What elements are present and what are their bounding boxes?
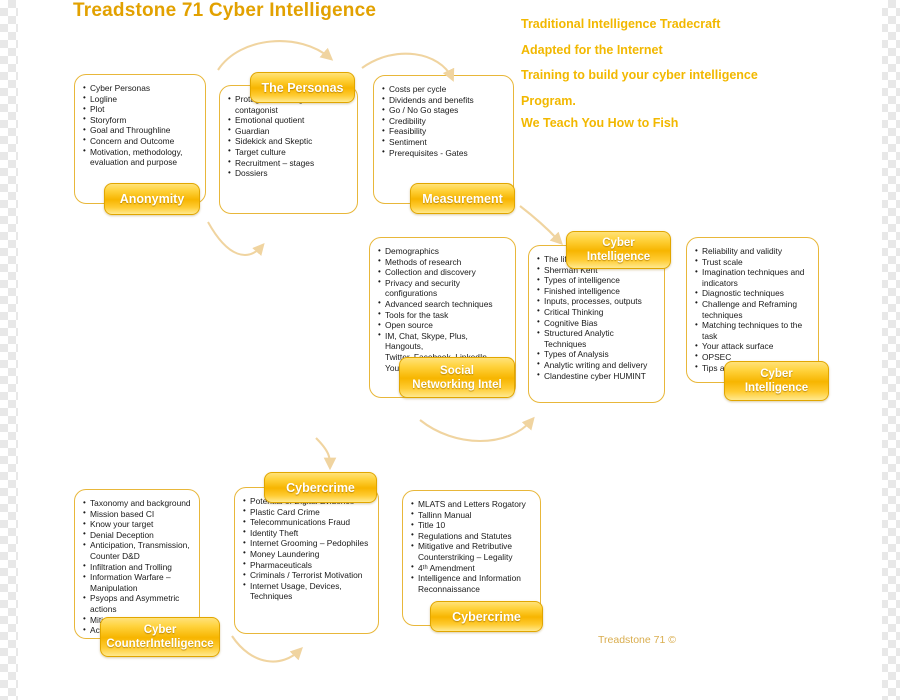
list-item: Tools for the task xyxy=(378,309,508,321)
list-item: Anticipation, Transmission, Counter D&D xyxy=(83,540,192,561)
label-measurement[interactable]: Measurement xyxy=(410,183,515,214)
list-item: Know your target xyxy=(83,519,192,530)
list-item: Imagination techniques and indicators xyxy=(695,267,811,288)
list-item: Dossiers xyxy=(228,168,350,179)
list-item: Your attack surface xyxy=(695,341,811,352)
list-item: Recruitment – stages xyxy=(228,157,350,169)
list-item: Privacy and security configurations xyxy=(378,277,508,299)
list-item: Telecommunications Fraud xyxy=(243,517,371,528)
list-item: Prerequisites - Gates xyxy=(382,147,506,159)
list-item: MLATS and Letters Rogatory xyxy=(411,499,533,510)
list-item: Internet Usage, Devices, Techniques xyxy=(243,580,371,602)
list-item: Sentiment xyxy=(382,136,506,148)
list-item: Inputs, processes, outputs xyxy=(537,296,657,307)
list-item: Identity Theft xyxy=(243,527,371,539)
list-item: Advanced search techniques xyxy=(378,298,508,310)
copyright-credit: Treadstone 71 © xyxy=(598,634,676,646)
list-item: Emotional quotient xyxy=(228,115,350,126)
list-item: Critical Thinking xyxy=(537,306,657,318)
list-item: Dividends and benefits xyxy=(382,94,506,106)
list-item: Target culture xyxy=(228,146,350,158)
list-item: Regulations and Statutes xyxy=(411,530,533,542)
label-cyber-intelligence-right[interactable]: Cyber Intelligence xyxy=(724,361,829,401)
list-item: Matching techniques to the task xyxy=(695,320,811,341)
list-item: Types of Analysis xyxy=(537,349,657,360)
list-item: Reliability and validity xyxy=(695,246,811,257)
label-the-personas[interactable]: The Personas xyxy=(250,72,355,103)
list-item: Plastic Card Crime xyxy=(243,506,371,518)
list-item: Plot xyxy=(83,104,198,115)
list-item: Title 10 xyxy=(411,520,533,531)
list-item: Finished intelligence xyxy=(537,285,657,297)
list-item: Tallinn Manual xyxy=(411,509,533,521)
list-item: Taxonomy and background xyxy=(83,498,192,509)
list-item: Storyform xyxy=(83,114,198,126)
list-item: Logline xyxy=(83,93,198,105)
page-title: Treadstone 71 Cyber Intelligence xyxy=(73,0,377,21)
label-anonymity[interactable]: Anonymity xyxy=(104,183,200,215)
list-item: Structured Analytic Techniques xyxy=(537,328,657,349)
list-item: Money Laundering xyxy=(243,548,371,560)
list-item: Demographics xyxy=(378,246,508,257)
list-item: Infiltration and Trolling xyxy=(83,561,192,573)
list-item: Go / No Go stages xyxy=(382,105,506,116)
list-item: Diagnostic techniques xyxy=(695,288,811,299)
list-item: Information Warfare – Manipulation xyxy=(83,572,192,593)
list-item: Feasibility xyxy=(382,126,506,137)
list-item: Analytic writing and delivery xyxy=(537,359,657,371)
list-item: Clandestine cyber HUMINT xyxy=(537,370,657,382)
list-item: Mission based CI xyxy=(83,508,192,520)
list-item: Costs per cycle xyxy=(382,84,506,95)
list-item: Denial Deception xyxy=(83,529,192,541)
label-cybercrime-bottom[interactable]: Cybercrime xyxy=(430,601,543,632)
list-item: Credibility xyxy=(382,115,506,127)
tagline-4: Program. xyxy=(521,94,576,108)
list-item: Internet Grooming – Pedophiles xyxy=(243,538,371,549)
tagline-5: We Teach You How to Fish xyxy=(521,116,679,130)
list-item: Challenge and Reframing techniques xyxy=(695,298,811,320)
list-item: Concern and Outcome xyxy=(83,135,198,147)
label-social-networking-intel[interactable]: Social Networking Intel xyxy=(399,357,515,398)
tagline-3: Training to build your cyber intelligenc… xyxy=(521,68,758,82)
list-item: Methods of research xyxy=(378,256,508,268)
list-item: Types of intelligence xyxy=(537,275,657,286)
diagram-canvas: Treadstone 71 Cyber Intelligence Treadst… xyxy=(0,0,900,700)
list-item: Guardian xyxy=(228,125,350,137)
tagline-1: Traditional Intelligence Tradecraft xyxy=(521,17,721,31)
list-item: Cognitive Bias xyxy=(537,317,657,329)
list-item: Pharmaceuticals xyxy=(243,559,371,571)
list-item: Criminals / Terrorist Motivation xyxy=(243,570,371,581)
list-item: Collection and discovery xyxy=(378,267,508,278)
personas-panel: Protagonist, antagonist, contagonistEmot… xyxy=(219,85,358,214)
list-item: Open source xyxy=(378,320,508,331)
label-cybercrime-top[interactable]: Cybercrime xyxy=(264,472,377,503)
cybercrime-panel: Potential of Digital EvidencePlastic Car… xyxy=(234,487,379,634)
list-item: Goal and Throughline xyxy=(83,125,198,136)
list-item: Sidekick and Skeptic xyxy=(228,136,350,147)
list-item: 4ᵗʰ Amendment xyxy=(411,562,533,574)
list-item: Cyber Personas xyxy=(83,83,198,94)
label-cyber-counterintelligence[interactable]: Cyber CounterIntelligence xyxy=(100,617,220,657)
list-item: Psyops and Asymmetric actions xyxy=(83,593,192,614)
list-item: Intelligence and Information Reconnaissa… xyxy=(411,573,533,594)
label-cyber-intelligence-top[interactable]: Cyber Intelligence xyxy=(566,231,671,269)
list-item: Motivation, methodology, evaluation and … xyxy=(83,146,198,168)
list-item: Mitigative and Retributive Counterstriki… xyxy=(411,541,533,562)
tagline-2: Adapted for the Internet xyxy=(521,43,663,57)
list-item: Trust scale xyxy=(695,256,811,268)
